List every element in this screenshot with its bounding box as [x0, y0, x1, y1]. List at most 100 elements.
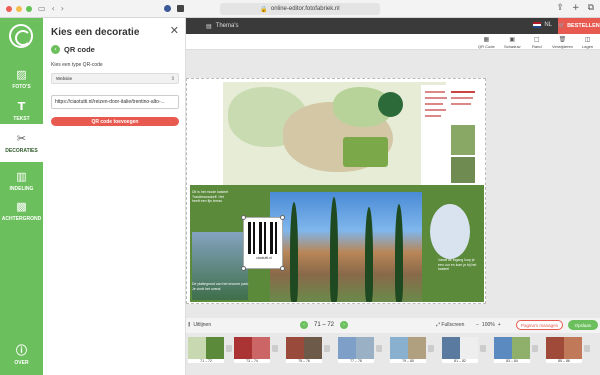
cart-icon: 🛒 [558, 23, 566, 29]
order-button[interactable]: 🛒 BESTELLEN [558, 18, 600, 34]
thumbnail-label: 81 – 82 [442, 359, 478, 363]
text-line [451, 97, 473, 99]
themes-button[interactable]: ▤ Thema's [206, 23, 239, 30]
page-thumbnail[interactable]: 73 – 74 [234, 337, 280, 363]
resize-handle[interactable] [280, 266, 285, 271]
thumbnail-image [390, 337, 426, 359]
text-line [451, 103, 471, 105]
zoom-out-icon[interactable]: − [476, 322, 479, 328]
thumbnail-action-icon[interactable] [324, 345, 330, 352]
flowers-photo[interactable] [430, 204, 470, 259]
tool-qr-code[interactable]: ▦ QR Code [478, 36, 495, 49]
dutch-flag-icon [533, 22, 542, 28]
zoom-in-icon[interactable]: + [498, 322, 501, 328]
new-tab-icon[interactable]: + [572, 3, 580, 13]
info-photo [451, 125, 475, 155]
delete-icon: 🗑 [558, 36, 567, 43]
park-map-image[interactable] [223, 82, 446, 185]
resize-handle[interactable] [280, 215, 285, 220]
sidebar-item-background[interactable]: ▩ ACHTERGROND [0, 192, 43, 230]
tool-delete[interactable]: 🗑 Verwijderen [552, 36, 573, 49]
background-icon: ▩ [16, 199, 27, 213]
thumbnail-action-icon[interactable] [480, 345, 486, 352]
thumbnail-action-icon[interactable] [226, 345, 232, 352]
caption-text[interactable]: Vanaf de ingang loop je een uur en kom j… [438, 258, 478, 272]
facebook-tab-icon[interactable] [163, 5, 171, 12]
pinned-tabs [163, 5, 184, 12]
sidebar-item-label: TEKST [13, 115, 30, 122]
minimize-window-button[interactable] [16, 5, 22, 12]
album-spread-canvas[interactable]: Dit is het mooie kasteel Trauttmansdorff… [186, 78, 486, 304]
manage-pages-button[interactable]: Pagina's managen [516, 320, 564, 330]
fotofabriek-logo[interactable] [9, 24, 33, 48]
layout-icon: ▥ [16, 169, 27, 183]
page-thumbnail[interactable]: 75 – 76 [286, 337, 332, 363]
thumbnail-label: 77 – 78 [338, 359, 374, 363]
chevron-updown-icon: ⇕ [170, 75, 175, 82]
back-arrow-icon[interactable]: ‹ [51, 45, 60, 54]
page-thumbnail[interactable]: 83 – 84 [494, 337, 540, 363]
fullscreen-button[interactable]: ⤢ Fullscreen [436, 322, 464, 328]
page-thumbnail[interactable]: 85 – 86 [546, 337, 592, 363]
cypress-tree [365, 207, 373, 302]
zoom-level: 100% [481, 322, 495, 328]
tabs-overview-icon[interactable]: ⧉ [588, 3, 594, 13]
qr-type-select[interactable]: Website ⇕ [51, 73, 179, 84]
qr-url-input[interactable]: https://ciaotutti.nl/reizen-door-italie/… [51, 95, 179, 109]
back-arrow-icon[interactable]: ‹ [52, 4, 55, 13]
next-page-button[interactable]: › [340, 321, 349, 329]
thumbnail-label: 75 – 76 [286, 359, 322, 363]
tool-border[interactable]: □ Rand [532, 36, 542, 49]
share-icon[interactable]: ⇪ [556, 3, 564, 13]
app-header: ▤ Thema's NL 🛒 BESTELLEN [186, 18, 600, 34]
sidebar-item-about[interactable]: ⓘ OVER [0, 336, 43, 374]
sidebar-item-label: OVER [14, 359, 29, 366]
maximize-window-button[interactable] [26, 5, 32, 12]
map-badge [378, 92, 403, 117]
align-label: Uitlijnen [193, 322, 212, 328]
thumbnail-action-icon[interactable] [376, 345, 382, 352]
thumbnail-action-icon[interactable] [584, 345, 590, 352]
thumbnail-action-icon[interactable] [428, 345, 434, 352]
language-label: NL [544, 22, 552, 28]
text-line [451, 91, 475, 93]
page-thumbnails: 71 – 72 73 – 74 75 – 76 77 – 78 79 – 80 … [186, 334, 600, 375]
tool-label: Verwijderen [552, 44, 573, 49]
save-button[interactable]: Opslaan [568, 320, 598, 330]
sidebar-item-label: DECORATIES [5, 147, 38, 154]
info-icon: ⓘ [16, 343, 27, 357]
address-bar[interactable]: 🔒 online-editor.fotofabriek.nl [220, 3, 380, 15]
border-icon: □ [533, 36, 540, 43]
page-thumbnail[interactable]: 81 – 82 [442, 337, 488, 363]
align-button[interactable]: ⫼ Uitlijnen [188, 322, 211, 328]
language-selector[interactable]: NL [533, 22, 552, 28]
page-thumbnail[interactable]: 71 – 72 [188, 337, 234, 363]
thumbnail-label: 83 – 84 [494, 359, 530, 363]
sidebar-toggle-icon[interactable]: ▭ [38, 4, 46, 13]
resize-handle[interactable] [241, 215, 246, 220]
forward-arrow-icon[interactable]: › [61, 4, 64, 13]
info-photo [451, 157, 475, 183]
thumbnail-action-icon[interactable] [532, 345, 538, 352]
tool-shadow[interactable]: ▣ Schaduw [504, 36, 520, 49]
resize-handle[interactable] [241, 266, 246, 271]
add-qr-code-button[interactable]: QR code toevoegen [51, 117, 179, 126]
qr-caption: ciaotutti.nl [256, 256, 272, 260]
close-icon[interactable]: ✕ [170, 24, 179, 37]
page-thumbnail[interactable]: 79 – 80 [390, 337, 436, 363]
caption-text[interactable]: De plattegrond van het enorme park. Je v… [192, 282, 252, 291]
caption-text[interactable]: Dit is het mooie kasteel Trauttmansdorff… [192, 190, 232, 204]
thumbnail-action-icon[interactable] [272, 345, 278, 352]
qr-code-decoration[interactable]: ciaotutti.nl [241, 215, 285, 271]
page-thumbnail[interactable]: 77 – 78 [338, 337, 384, 363]
pinned-tab-icon[interactable] [176, 5, 184, 12]
panel-title: Kies een decoratie [51, 27, 140, 38]
tool-layers[interactable]: ◫ Lagen [582, 36, 593, 49]
tool-label: Rand [532, 44, 542, 49]
thumbnail-image [546, 337, 582, 359]
prev-page-button[interactable]: ‹ [300, 321, 308, 329]
thumbnail-label: 79 – 80 [390, 359, 426, 363]
sidebar-item-decorations[interactable]: ✂ DECORATIES [0, 124, 43, 162]
close-window-button[interactable] [6, 5, 12, 12]
castle-garden-photo[interactable] [270, 192, 422, 302]
